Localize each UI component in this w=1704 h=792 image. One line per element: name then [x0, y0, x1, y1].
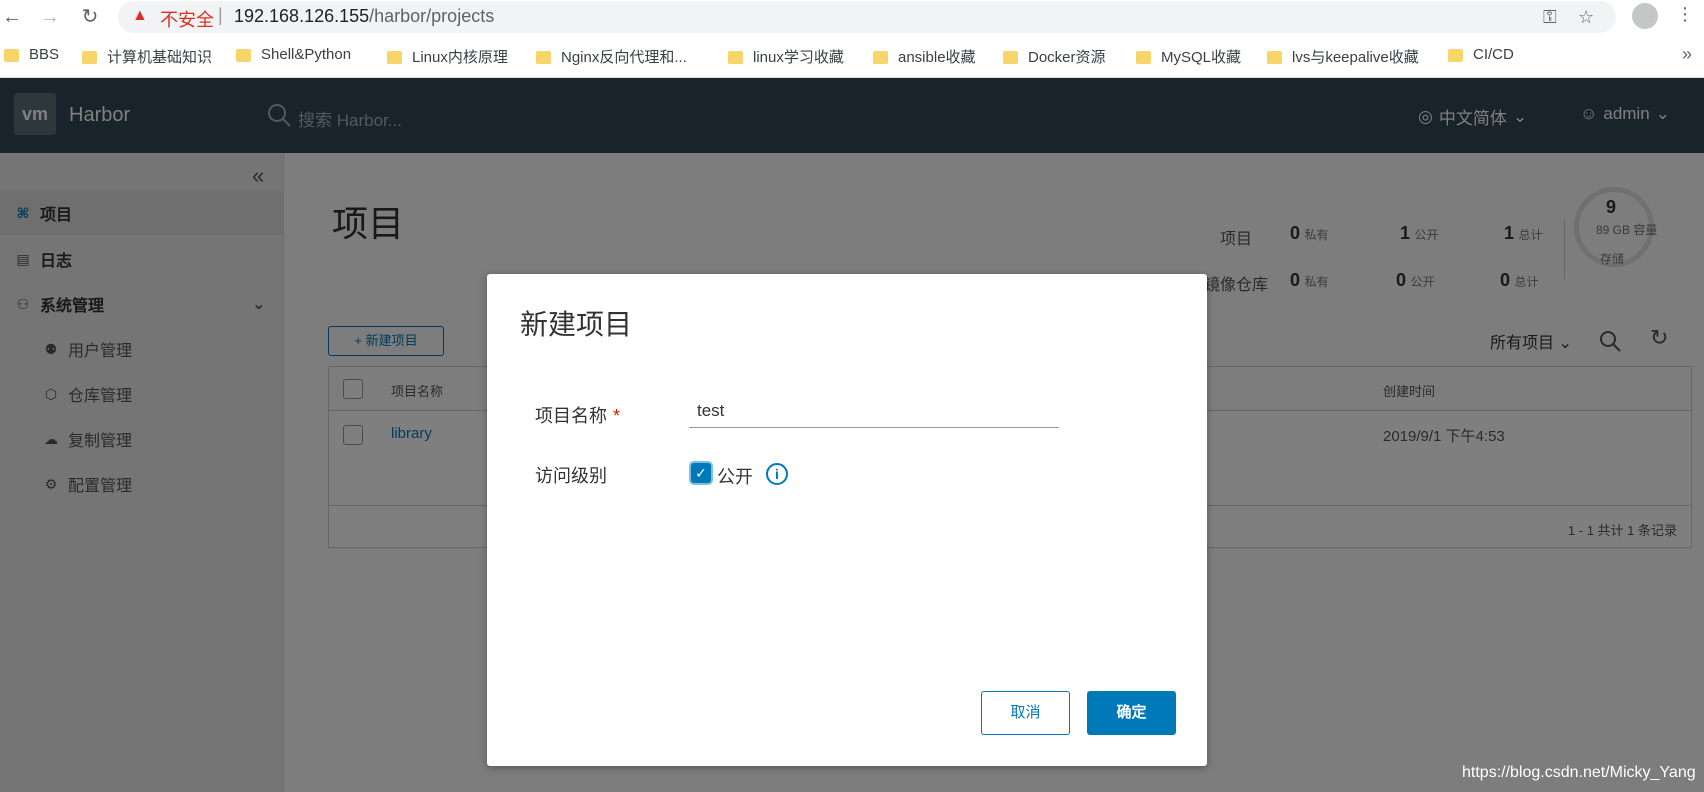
- forward-icon[interactable]: →: [38, 5, 62, 29]
- bookmark-item[interactable]: lvs与keepalive收藏: [1267, 46, 1419, 67]
- folder-icon: [82, 51, 97, 64]
- bookmark-label: MySQL收藏: [1161, 49, 1242, 66]
- folder-icon: [1136, 51, 1151, 64]
- field-label: 项目名称: [535, 406, 607, 426]
- bookmark-label: ansible收藏: [898, 49, 976, 66]
- cancel-button[interactable]: 取消: [981, 691, 1070, 735]
- bookmark-label: BBS: [29, 46, 60, 63]
- project-name-input[interactable]: [689, 394, 1059, 428]
- bookmark-item[interactable]: 计算机基础知识: [82, 46, 212, 67]
- bookmark-item[interactable]: Linux内核原理: [387, 46, 508, 67]
- bookmark-item[interactable]: linux学习收藏: [728, 46, 844, 67]
- required-mark: *: [613, 406, 621, 426]
- bookmark-item[interactable]: MySQL收藏: [1136, 46, 1241, 67]
- bookmark-item[interactable]: ansible收藏: [873, 46, 976, 67]
- address-bar[interactable]: ▲ 不安全 | 192.168.126.155/harbor/projects …: [118, 1, 1616, 33]
- folder-icon: [873, 51, 888, 64]
- project-name-label: 项目名称 *: [535, 402, 620, 428]
- warning-icon: ▲: [132, 7, 148, 24]
- bookmark-label: lvs与keepalive收藏: [1292, 49, 1419, 66]
- public-label[interactable]: 公开: [717, 463, 753, 489]
- bookmark-item[interactable]: Nginx反向代理和...: [536, 46, 687, 67]
- folder-icon: [1267, 51, 1282, 64]
- new-project-dialog: 新建项目 项目名称 * 访问级别 ✓ 公开 i 取消 确定: [487, 274, 1207, 766]
- key-icon[interactable]: ⚿: [1543, 7, 1557, 28]
- insecure-label: 不安全: [160, 10, 214, 30]
- bookmark-label: Nginx反向代理和...: [561, 49, 687, 66]
- info-icon[interactable]: i: [766, 463, 788, 485]
- bookmark-item[interactable]: CI/CD: [1448, 46, 1514, 63]
- url-text[interactable]: 192.168.126.155/harbor/projects: [234, 6, 494, 27]
- access-level-label: 访问级别: [535, 466, 607, 486]
- back-icon[interactable]: ←: [0, 5, 24, 29]
- url-path: /harbor/projects: [369, 6, 495, 26]
- folder-icon: [1448, 49, 1463, 62]
- folder-icon: [4, 49, 19, 62]
- folder-icon: [536, 51, 551, 64]
- star-icon[interactable]: ☆: [1578, 7, 1594, 28]
- bookmark-label: Docker资源: [1028, 49, 1106, 66]
- folder-icon: [387, 51, 402, 64]
- bookmarks-more-icon[interactable]: »: [1682, 44, 1692, 65]
- bookmark-label: CI/CD: [1473, 46, 1514, 63]
- url-host: 192.168.126.155: [234, 6, 370, 26]
- public-checkbox[interactable]: ✓: [691, 463, 711, 483]
- dialog-title: 新建项目: [520, 309, 633, 340]
- bookmark-item[interactable]: BBS: [4, 46, 59, 63]
- watermark-text: https://blog.csdn.net/Micky_Yang: [1462, 764, 1696, 781]
- bookmark-item[interactable]: Shell&Python: [236, 46, 351, 63]
- bookmark-label: Shell&Python: [261, 46, 352, 63]
- reload-icon[interactable]: ↻: [78, 5, 102, 29]
- folder-icon: [236, 49, 251, 62]
- bookmark-label: Linux内核原理: [412, 49, 508, 66]
- ok-button[interactable]: 确定: [1087, 691, 1176, 735]
- folder-icon: [728, 51, 743, 64]
- bookmark-item[interactable]: Docker资源: [1003, 46, 1106, 67]
- bookmarks-bar: BBS 计算机基础知识 Shell&Python Linux内核原理 Nginx…: [0, 34, 1704, 78]
- bookmark-label: 计算机基础知识: [107, 49, 213, 66]
- profile-avatar-icon[interactable]: [1632, 3, 1658, 29]
- menu-kebab-icon[interactable]: ⋮: [1676, 4, 1694, 25]
- url-separator: |: [218, 5, 223, 25]
- folder-icon: [1003, 51, 1018, 64]
- browser-toolbar: ← → ↻ ▲ 不安全 | 192.168.126.155/harbor/pro…: [0, 0, 1704, 34]
- bookmark-label: linux学习收藏: [753, 49, 844, 66]
